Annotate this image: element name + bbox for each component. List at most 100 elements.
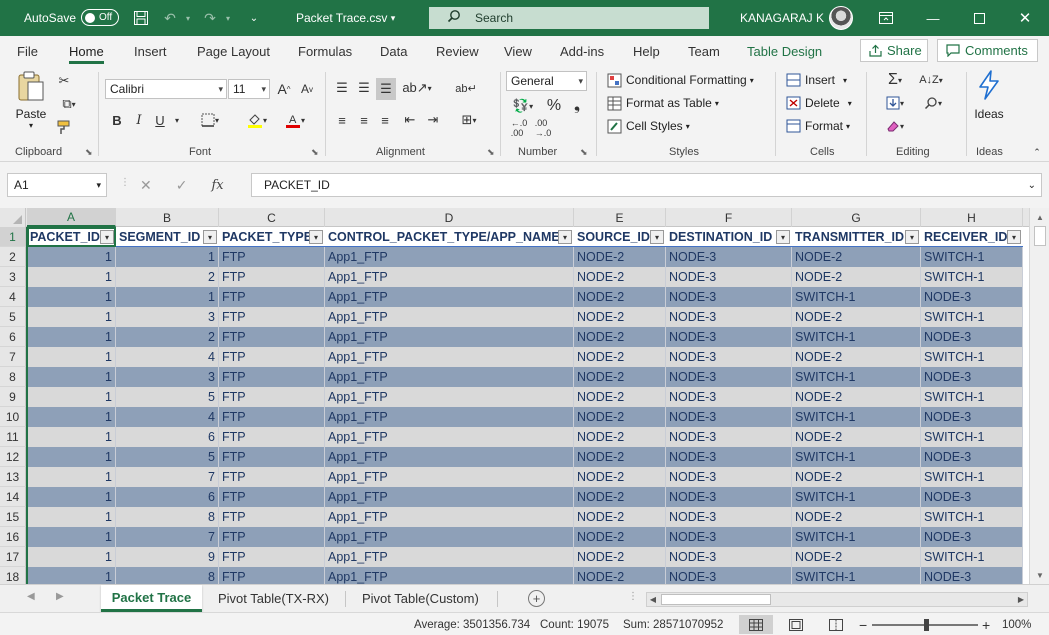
table-cell[interactable]: NODE-3	[666, 467, 792, 487]
table-cell[interactable]: NODE-2	[574, 527, 666, 547]
insert-cells-button[interactable]: Insert ▾	[786, 70, 847, 90]
table-cell[interactable]: SWITCH-1	[792, 567, 921, 584]
tab-file[interactable]: File	[17, 36, 38, 66]
name-box[interactable]: A1 ▾	[7, 173, 107, 197]
insert-function-icon[interactable]: fx	[211, 178, 223, 193]
table-cell[interactable]: 8	[116, 507, 219, 527]
font-size-dropdown[interactable]: 11 ▾	[228, 79, 270, 99]
orientation-icon[interactable]: ab↗ ▾	[402, 78, 432, 98]
table-cell[interactable]: NODE-2	[574, 487, 666, 507]
document-title[interactable]: Packet Trace.csv ▾	[296, 0, 395, 36]
tab-insert[interactable]: Insert	[134, 36, 167, 66]
column-header-b[interactable]: B	[116, 208, 219, 227]
tab-page-layout[interactable]: Page Layout	[197, 36, 270, 66]
alignment-launcher-icon[interactable]: ⬊	[487, 147, 495, 158]
align-middle-icon[interactable]: ☰	[355, 78, 373, 98]
format-cells-button[interactable]: Format ▾	[786, 116, 850, 136]
table-cell[interactable]: SWITCH-1	[921, 347, 1023, 367]
conditional-formatting-button[interactable]: Conditional Formatting ▾	[607, 70, 754, 90]
table-cell[interactable]: App1_FTP	[325, 447, 574, 467]
table-cell[interactable]: FTP	[219, 467, 325, 487]
table-cell[interactable]: NODE-3	[666, 287, 792, 307]
table-cell[interactable]: App1_FTP	[325, 567, 574, 584]
paste-button[interactable]: Paste ▾	[14, 70, 48, 130]
collapse-ribbon-icon[interactable]: ⌃	[1030, 146, 1044, 158]
row-header[interactable]: 3	[0, 267, 26, 287]
underline-dropdown-icon[interactable]: ▾	[172, 110, 182, 130]
table-cell[interactable]: App1_FTP	[325, 267, 574, 287]
table-cell[interactable]: NODE-2	[574, 387, 666, 407]
table-header-cell[interactable]: SEGMENT_ID ▾	[116, 227, 219, 247]
table-cell[interactable]: SWITCH-1	[921, 267, 1023, 287]
cancel-icon[interactable]: ✕	[140, 177, 152, 194]
user-name[interactable]: KANAGARAJ K	[740, 0, 824, 36]
table-cell[interactable]: 1	[27, 327, 116, 347]
row-header[interactable]: 16	[0, 527, 26, 547]
ribbon-display-options-icon[interactable]	[876, 0, 896, 36]
table-cell[interactable]: NODE-2	[792, 347, 921, 367]
bold-button[interactable]: B	[109, 110, 125, 130]
increase-indent-icon[interactable]: ⇥	[424, 110, 442, 130]
tab-review[interactable]: Review	[436, 36, 479, 66]
table-cell[interactable]: App1_FTP	[325, 247, 574, 267]
table-cell[interactable]: SWITCH-1	[921, 507, 1023, 527]
table-cell[interactable]: NODE-2	[792, 267, 921, 287]
sheet-tab-pivot-custom[interactable]: Pivot Table(Custom)	[362, 585, 479, 612]
table-cell[interactable]: 8	[116, 567, 219, 584]
table-cell[interactable]: SWITCH-1	[921, 387, 1023, 407]
table-cell[interactable]: 6	[116, 487, 219, 507]
borders-icon[interactable]: ▾	[196, 110, 224, 130]
table-cell[interactable]: FTP	[219, 247, 325, 267]
table-cell[interactable]: NODE-2	[574, 367, 666, 387]
table-cell[interactable]: NODE-3	[921, 287, 1023, 307]
table-cell[interactable]: 6	[116, 427, 219, 447]
row-header[interactable]: 6	[0, 327, 26, 347]
table-cell[interactable]: App1_FTP	[325, 487, 574, 507]
table-cell[interactable]: FTP	[219, 487, 325, 507]
table-header-cell[interactable]: SOURCE_ID ▾	[574, 227, 666, 247]
row-header[interactable]: 2	[0, 247, 26, 267]
table-cell[interactable]: NODE-3	[666, 487, 792, 507]
cell-styles-button[interactable]: Cell Styles ▾	[607, 116, 690, 136]
table-cell[interactable]: 1	[27, 567, 116, 584]
table-cell[interactable]: NODE-2	[574, 267, 666, 287]
table-cell[interactable]: 1	[27, 347, 116, 367]
filter-dropdown-icon[interactable]: ▾	[650, 230, 664, 244]
table-cell[interactable]: FTP	[219, 427, 325, 447]
tab-home[interactable]: Home	[69, 36, 104, 66]
table-cell[interactable]: NODE-2	[792, 547, 921, 567]
table-cell[interactable]: NODE-2	[574, 307, 666, 327]
wrap-text-icon[interactable]: ab↵	[455, 78, 476, 98]
table-cell[interactable]: 7	[116, 467, 219, 487]
table-cell[interactable]: NODE-3	[666, 567, 792, 584]
table-cell[interactable]: App1_FTP	[325, 407, 574, 427]
table-cell[interactable]: 1	[27, 487, 116, 507]
table-cell[interactable]: FTP	[219, 527, 325, 547]
previous-sheet-icon[interactable]: ◀	[27, 591, 35, 602]
save-icon[interactable]	[131, 0, 151, 36]
horizontal-scrollbar[interactable]: ◀ ▶	[646, 592, 1028, 607]
table-cell[interactable]: FTP	[219, 567, 325, 584]
row-header[interactable]: 12	[0, 447, 26, 467]
row-header[interactable]: 13	[0, 467, 26, 487]
row-header[interactable]: 17	[0, 547, 26, 567]
filter-dropdown-icon[interactable]: ▾	[558, 230, 572, 244]
filter-dropdown-icon[interactable]: ▾	[100, 230, 114, 244]
table-cell[interactable]: 5	[116, 387, 219, 407]
table-cell[interactable]: 1	[27, 507, 116, 527]
page-layout-view-icon[interactable]	[779, 615, 813, 634]
filter-dropdown-icon[interactable]: ▾	[1007, 230, 1021, 244]
close-icon[interactable]: ✕	[1002, 0, 1048, 36]
customize-toolbar-icon[interactable]: ⌄	[244, 0, 264, 36]
copy-icon[interactable]: ⧉ ▾	[55, 95, 83, 113]
table-cell[interactable]: NODE-3	[666, 547, 792, 567]
table-cell[interactable]: NODE-2	[574, 507, 666, 527]
column-header-e[interactable]: E	[574, 208, 666, 227]
table-cell[interactable]: NODE-3	[921, 487, 1023, 507]
row-header[interactable]: 4	[0, 287, 26, 307]
italic-button[interactable]: I	[131, 110, 147, 130]
table-cell[interactable]: 1	[27, 427, 116, 447]
formula-input[interactable]: PACKET_ID ⌄	[251, 173, 1042, 197]
sheet-tab-pivot-tx-rx[interactable]: Pivot Table(TX-RX)	[218, 585, 329, 612]
accounting-format-icon[interactable]: 💱 ▾	[508, 96, 538, 116]
